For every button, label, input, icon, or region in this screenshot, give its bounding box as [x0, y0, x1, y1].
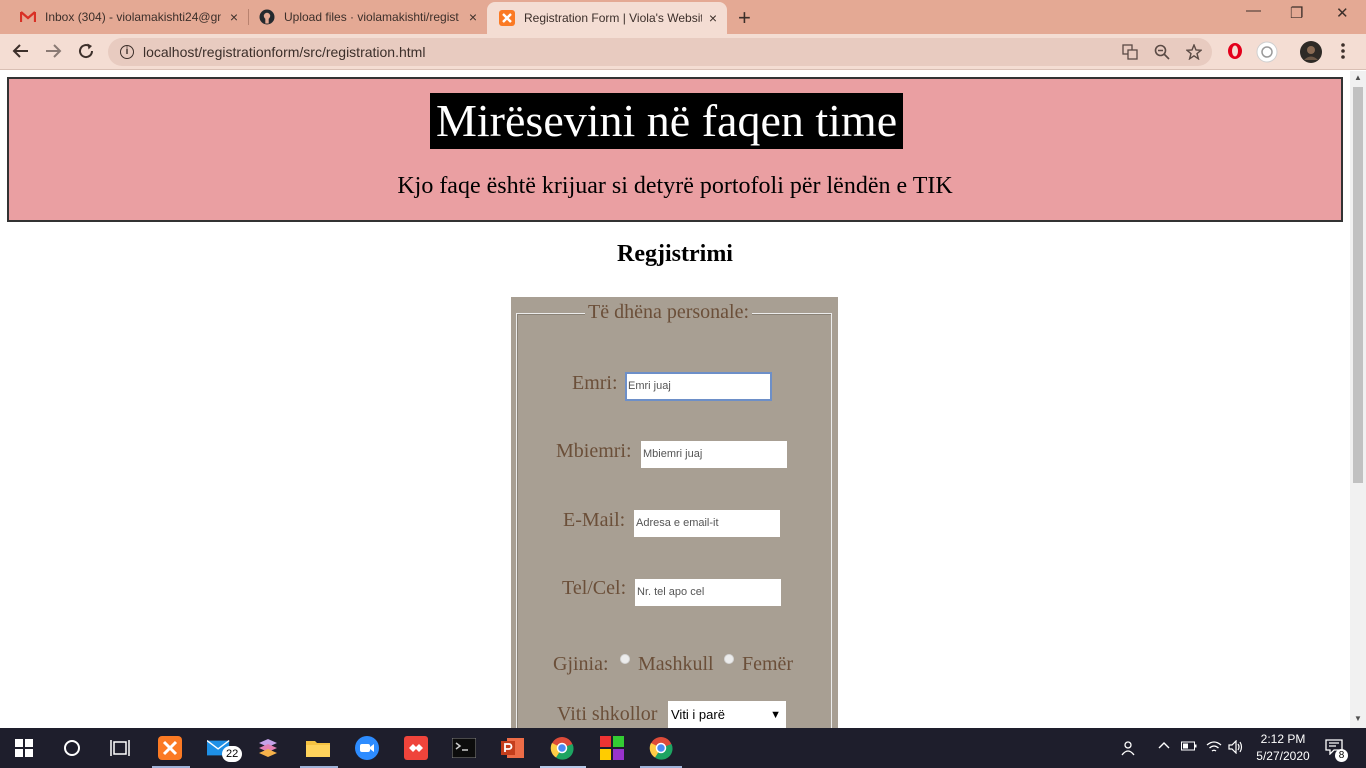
tab-title: Upload files · violamakishti/regist [284, 10, 459, 24]
tab-title: Registration Form | Viola's Website [524, 11, 702, 25]
people-icon[interactable] [1120, 740, 1136, 759]
first-name-input[interactable]: Emri juaj [625, 372, 772, 401]
zoom-icon[interactable] [1154, 44, 1170, 63]
clock-date: 5/27/2020 [1256, 749, 1310, 763]
colorful-app-icon[interactable] [600, 736, 624, 760]
page-viewport: Mirësevini në faqen time Kjo faqe është … [0, 71, 1350, 728]
school-year-label: Viti shkollor [557, 703, 658, 725]
back-icon[interactable] [12, 42, 30, 65]
phone-label: Tel/Cel: [562, 577, 627, 599]
powerpoint-icon[interactable] [501, 736, 525, 760]
dropdown-arrow-icon: ▼ [770, 709, 781, 721]
gender-female-radio[interactable] [724, 654, 734, 664]
registration-form: Të dhëna personale: Emri: Emri juaj Mbie… [511, 297, 838, 728]
page-header: Mirësevini në faqen time Kjo faqe është … [7, 77, 1343, 222]
scroll-up-icon[interactable]: ▲ [1354, 73, 1362, 82]
restore-icon[interactable]: ❐ [1290, 4, 1303, 22]
system-clock[interactable]: 2:12 PM 5/27/2020 [1252, 731, 1314, 765]
wifi-icon[interactable] [1206, 740, 1222, 757]
xampp-icon[interactable] [158, 736, 182, 760]
mail-badge: 22 [222, 746, 243, 762]
gender-label: Gjinia: [553, 653, 609, 675]
search-icon[interactable] [60, 736, 84, 760]
header-title: Mirësevini në faqen time [430, 93, 904, 149]
github-icon [259, 9, 275, 25]
terminal-icon[interactable] [452, 736, 476, 760]
task-view-icon[interactable] [108, 736, 132, 760]
battery-icon[interactable] [1181, 740, 1197, 755]
first-name-label: Emri: [572, 372, 618, 394]
tab-registration-form[interactable]: Registration Form | Viola's Website × [487, 2, 727, 34]
phone-input[interactable]: Nr. tel apo cel [635, 579, 781, 606]
notification-badge: 8 [1335, 749, 1348, 762]
profile-avatar-icon[interactable] [1300, 41, 1322, 68]
email-input[interactable]: Adresa e email-it [634, 510, 780, 537]
tab-title: Inbox (304) - violamakishti24@gm [45, 10, 221, 24]
browser-toolbar: i localhost/registrationform/src/registr… [0, 34, 1366, 70]
new-tab-icon[interactable]: + [738, 5, 751, 31]
windows-taskbar: 22 2:12 PM 5/27/2020 8 [0, 728, 1366, 768]
extension-icon[interactable] [1256, 41, 1278, 68]
tab-close-icon[interactable]: × [709, 10, 717, 26]
fieldset-legend: Të dhëna personale: [585, 301, 753, 324]
tab-github[interactable]: Upload files · violamakishti/regist × [239, 0, 487, 34]
last-name-input[interactable]: Mbiemri juaj [641, 441, 787, 468]
tab-close-icon[interactable]: × [469, 9, 477, 25]
last-name-label: Mbiemri: [556, 440, 632, 462]
volume-icon[interactable] [1228, 739, 1244, 757]
windows-start-icon[interactable] [12, 736, 36, 760]
school-year-selected: Viti i parë [671, 707, 725, 722]
tab-gmail[interactable]: Inbox (304) - violamakishti24@gm × [0, 0, 248, 34]
snip-tool-icon[interactable] [256, 736, 280, 760]
page-scrollbar[interactable]: ▲ ▼ [1350, 71, 1366, 728]
section-title: Regjistrimi [617, 241, 733, 267]
browser-tab-bar: Inbox (304) - violamakishti24@gm × Uploa… [0, 0, 1366, 34]
translate-icon[interactable] [1122, 44, 1138, 63]
clock-time: 2:12 PM [1260, 732, 1306, 746]
gmail-icon [20, 9, 36, 25]
chrome-icon[interactable] [649, 736, 673, 760]
show-hidden-icons-icon[interactable] [1158, 740, 1170, 755]
forward-icon[interactable] [44, 42, 62, 65]
chrome-icon[interactable] [550, 736, 574, 760]
scroll-down-icon[interactable]: ▼ [1354, 714, 1362, 723]
xampp-icon [499, 10, 515, 26]
gender-male-radio[interactable] [620, 654, 630, 664]
anydesk-icon[interactable] [404, 736, 428, 760]
gender-female-label: Femër [742, 653, 794, 675]
scrollbar-thumb[interactable] [1353, 87, 1363, 483]
file-explorer-icon[interactable] [306, 736, 330, 760]
minimize-icon[interactable]: — [1246, 2, 1261, 19]
zoom-app-icon[interactable] [355, 736, 379, 760]
address-bar[interactable]: i localhost/registrationform/src/registr… [108, 38, 1212, 66]
school-year-select[interactable]: Viti i parë ▼ [668, 701, 786, 728]
menu-kebab-icon[interactable] [1341, 43, 1345, 64]
bookmark-star-icon[interactable] [1185, 43, 1203, 63]
reload-icon[interactable] [77, 42, 95, 65]
email-label: E-Mail: [563, 509, 626, 531]
gender-male-label: Mashkull [638, 653, 714, 675]
header-subtitle: Kjo faqe është krijuar si detyrë portofo… [397, 173, 953, 199]
site-info-icon[interactable]: i [120, 45, 134, 59]
url-text: localhost/registrationform/src/registrat… [143, 44, 426, 60]
opera-extension-icon[interactable] [1226, 42, 1244, 65]
tab-close-icon[interactable]: × [230, 9, 238, 25]
close-window-icon[interactable]: ✕ [1336, 4, 1349, 22]
